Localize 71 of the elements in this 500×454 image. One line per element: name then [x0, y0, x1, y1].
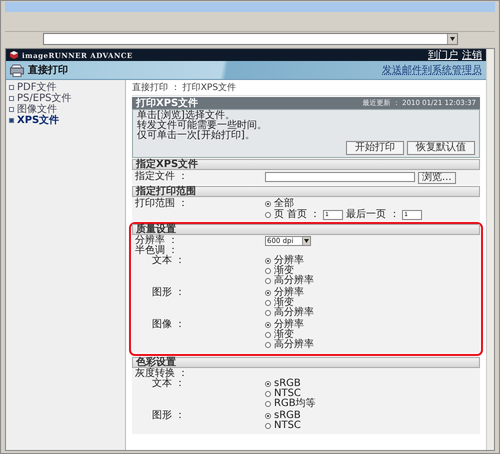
option-label: NTSC: [274, 389, 301, 399]
option-label: 高分辨率: [274, 276, 314, 286]
file-path-field[interactable]: [265, 172, 415, 182]
option-label: 高分辨率: [274, 340, 314, 350]
instruction-text: 转发文件可能需要一些时间。: [137, 121, 268, 131]
field-label: 首页 ：: [287, 210, 320, 220]
instruction-text: 仅可单击一次[开始打印]。: [137, 131, 256, 141]
sidebar-item[interactable]: 图像文件: [6, 104, 125, 115]
field-label: 打印范围 ：: [135, 199, 188, 209]
group-label: 文本 ：: [152, 379, 186, 389]
group-label: 文本 ：: [152, 256, 186, 266]
radio-button[interactable]: [265, 322, 271, 328]
field-label: 指定文件 ：: [135, 172, 188, 182]
caret-icon: [450, 37, 455, 41]
radio-button[interactable]: [265, 212, 271, 218]
panel-title: 打印XPS文件: [136, 96, 200, 110]
reset-button[interactable]: 恢复默认值: [407, 141, 475, 155]
option-label: 全部: [274, 199, 294, 209]
option-label: NTSC: [274, 421, 301, 431]
field-label: 最后一页 ：: [346, 210, 400, 220]
browse-button[interactable]: 浏览...: [418, 172, 456, 184]
radio-button[interactable]: [265, 278, 271, 284]
section-header: 质量设置: [132, 224, 480, 235]
group-label: 图像 ：: [152, 320, 186, 330]
field-label: 半色调 ：: [135, 246, 178, 256]
section-header: 指定XPS文件: [132, 159, 480, 170]
radio-button[interactable]: [265, 290, 271, 296]
radio-button[interactable]: [265, 300, 271, 306]
radio-button[interactable]: [265, 342, 271, 348]
field-label: 灰度转换 ：: [135, 369, 188, 379]
radio-button[interactable]: [265, 258, 271, 264]
start-print-button[interactable]: 开始打印: [346, 141, 404, 155]
sidebar-item[interactable]: XPS文件: [6, 115, 125, 126]
option-label: RGB均等: [274, 399, 316, 409]
scrollbar[interactable]: [486, 49, 494, 450]
header-link[interactable]: 到门户: [428, 50, 458, 60]
header-link[interactable]: 注销: [462, 50, 482, 60]
caret-icon: [304, 239, 309, 243]
sidebar-item[interactable]: PS/EPS文件: [6, 93, 125, 104]
group-label: 图形 ：: [152, 288, 186, 298]
section-header: 色彩设置: [132, 357, 480, 368]
breadcrumb: 直接打印 ： 打印XPS文件: [132, 81, 480, 96]
option-label: 渐变: [274, 330, 294, 340]
page-title: 直接打印: [28, 64, 69, 77]
printer-icon: [10, 64, 24, 76]
radio-button[interactable]: [265, 391, 271, 397]
group-label: 图形 ：: [152, 411, 186, 421]
option-label: sRGB: [274, 411, 301, 421]
radio-button[interactable]: [265, 381, 271, 387]
logo-icon: [10, 51, 18, 59]
radio-button[interactable]: [265, 401, 271, 407]
option-label: 分辨率: [274, 320, 304, 330]
option-label: 页: [274, 210, 284, 220]
mail-admin-link[interactable]: 发送邮件到系统管理员: [382, 63, 482, 77]
instruction-text: 单击[浏览]选择文件。: [137, 111, 235, 121]
radio-button[interactable]: [265, 423, 271, 429]
radio-button[interactable]: [265, 332, 271, 338]
option-label: 渐变: [274, 298, 294, 308]
section-header: 指定打印范围: [132, 186, 480, 197]
address-field[interactable]: [43, 33, 458, 45]
option-label: 分辨率: [274, 288, 304, 298]
option-label: 分辨率: [274, 256, 304, 266]
radio-button[interactable]: [265, 201, 271, 207]
option-label: 高分辨率: [274, 308, 314, 318]
sidebar-item[interactable]: PDF文件: [6, 82, 125, 93]
field-label: 分辨率 ：: [135, 236, 178, 246]
radio-button[interactable]: [265, 413, 271, 419]
radio-button[interactable]: [265, 268, 271, 274]
option-label: sRGB: [274, 379, 301, 389]
option-label: 渐变: [274, 266, 294, 276]
radio-button[interactable]: [265, 310, 271, 316]
